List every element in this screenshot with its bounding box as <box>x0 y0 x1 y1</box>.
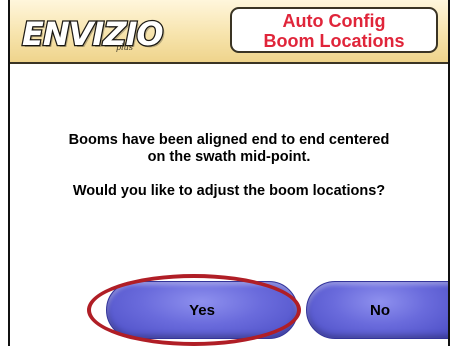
page-title: Auto Config Boom Locations <box>230 7 438 53</box>
message-line2: on the swath mid-point. <box>147 149 311 165</box>
logo-sub: plus <box>116 43 133 52</box>
header-bar: ENVIZIO plus Auto Config Boom Locations <box>10 0 448 64</box>
no-button-label: No <box>370 301 390 319</box>
message-text: Booms have been aligned end to end cente… <box>10 132 448 200</box>
page-title-line2: Boom Locations <box>263 31 405 51</box>
yes-button-label: Yes <box>189 301 215 319</box>
no-button[interactable]: No <box>306 281 448 339</box>
dialog-screen: ENVIZIO plus Auto Config Boom Locations … <box>8 0 450 346</box>
envizio-logo: ENVIZIO plus <box>21 14 192 56</box>
message-line1: Booms have been aligned end to end cente… <box>68 132 390 148</box>
message-question: Would you like to adjust the boom locati… <box>72 183 386 199</box>
yes-button[interactable]: Yes <box>106 281 298 339</box>
logo-text: ENVIZIO <box>21 14 165 55</box>
page-title-line1: Auto Config <box>282 11 386 31</box>
